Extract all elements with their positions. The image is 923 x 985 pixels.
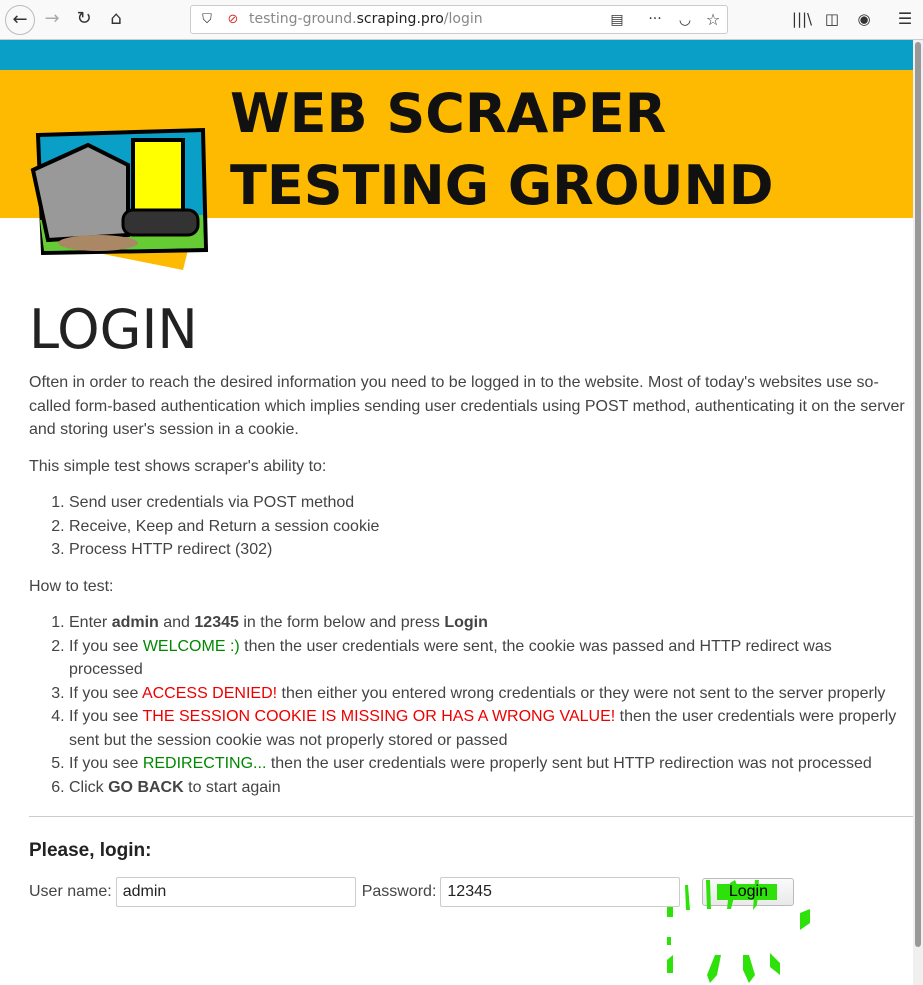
more-actions-icon[interactable]: ··· (643, 8, 667, 30)
scrollbar[interactable] (913, 40, 923, 985)
list-item: If you see REDIRECTING... then the user … (69, 752, 909, 776)
username-label: User name: (29, 882, 112, 900)
main-content: LOGIN Often in order to reach the desire… (29, 298, 913, 907)
list-item: Enter admin and 12345 in the form below … (69, 611, 909, 635)
url-bar[interactable]: ⛉ ⊘ testing-ground.scraping.pro/login ▤ … (190, 5, 728, 34)
login-button[interactable]: Login (702, 877, 795, 906)
forward-button[interactable]: → (40, 8, 64, 30)
username-input[interactable] (115, 876, 356, 907)
password-label: Password: (361, 882, 437, 900)
howto-intro: How to test: (29, 577, 114, 595)
list-item: Click GO BACK to start again (69, 776, 909, 800)
top-band (0, 40, 913, 70)
sidebar-icon[interactable]: ◫ (820, 8, 844, 30)
reader-view-icon[interactable]: ▤ (605, 9, 629, 31)
list-item: Send user credentials via POST method (69, 491, 909, 515)
home-button[interactable]: ⌂ (104, 8, 128, 30)
reload-button[interactable]: ↻ (72, 8, 96, 30)
list-item: If you see WELCOME :) then the user cred… (69, 635, 909, 682)
account-icon[interactable]: ◉ (852, 8, 876, 30)
abilities-list: Send user credentials via POST method Re… (69, 491, 909, 562)
password-input[interactable] (440, 876, 681, 907)
insecure-lock-icon: ⊘ (227, 12, 239, 27)
back-button[interactable]: ← (5, 5, 35, 35)
library-icon[interactable]: |||\ (790, 8, 814, 30)
page-title: LOGIN (29, 298, 198, 361)
site-title: WEB SCRAPER TESTING GROUND (230, 82, 774, 217)
url-text: testing-ground.scraping.pro/login (249, 11, 483, 27)
list-item: If you see THE SESSION COOKIE IS MISSING… (69, 705, 909, 752)
list-item: If you see ACCESS DENIED! then either yo… (69, 682, 909, 706)
divider (29, 816, 913, 817)
steps-list: Enter admin and 12345 in the form below … (69, 611, 909, 799)
pocket-icon[interactable]: ◡ (673, 9, 697, 31)
intro-text: Often in order to reach the desired info… (29, 374, 905, 438)
login-form: User name: Password: Login (29, 876, 909, 907)
bulldozer-logo (30, 127, 208, 270)
shield-icon: ⛉ (202, 12, 212, 27)
abilities-intro: This simple test shows scraper's ability… (29, 457, 327, 475)
form-heading: Please, login: (29, 840, 152, 861)
browser-toolbar: ← → ↻ ⌂ ⛉ ⊘ testing-ground.scraping.pro/… (0, 0, 923, 40)
menu-icon[interactable]: ☰ (893, 8, 917, 30)
scrollbar-thumb[interactable] (915, 42, 921, 947)
list-item: Process HTTP redirect (302) (69, 538, 909, 562)
bookmark-star-icon[interactable]: ☆ (701, 9, 725, 31)
list-item: Receive, Keep and Return a session cooki… (69, 515, 909, 539)
